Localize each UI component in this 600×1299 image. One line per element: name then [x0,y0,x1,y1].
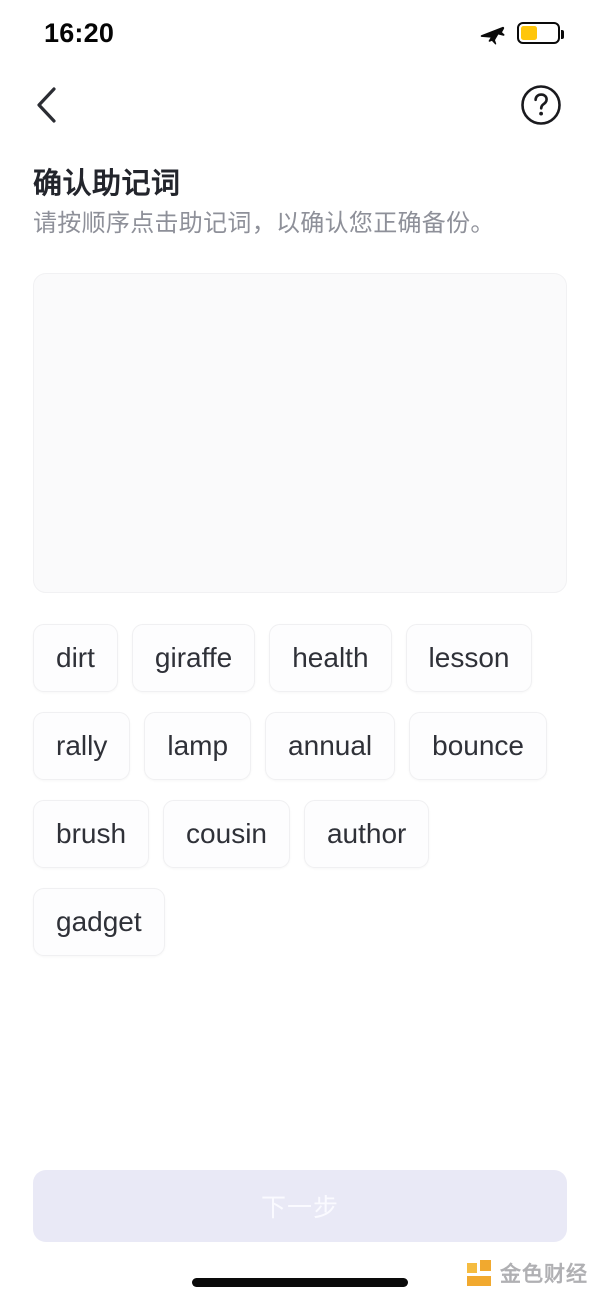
chevron-left-icon [37,87,56,123]
home-indicator [192,1278,408,1287]
back-button[interactable] [22,81,70,129]
jinse-logo-icon [467,1260,493,1286]
status-bar-time: 16:20 [44,17,115,48]
word-chip[interactable]: lamp [144,712,252,780]
watermark: 金色财经 [467,1258,588,1288]
phone-screen: 16:20 确认助记词 请按顺序点击助记词，以确认您正确备份。 dirt gir… [0,0,600,1299]
page-title: 确认助记词 [33,168,181,200]
battery-icon [517,22,564,44]
word-chip[interactable]: rally [33,712,131,780]
word-chip[interactable]: author [303,800,430,868]
word-chip[interactable]: lesson [405,624,533,692]
status-bar-indicators [479,21,564,45]
word-chip[interactable]: bounce [409,712,548,780]
nav-bar [0,72,600,138]
status-bar: 16:20 [0,0,600,66]
word-chip[interactable]: gadget [33,888,165,956]
battery-fill [521,26,537,40]
word-chip[interactable]: annual [265,712,396,780]
question-circle-icon [521,85,561,125]
help-button[interactable] [517,81,565,129]
word-chip[interactable]: dirt [33,624,118,692]
word-chip[interactable]: giraffe [131,624,256,692]
airplane-mode-icon [480,26,505,45]
word-chip[interactable]: health [269,624,392,692]
word-chip[interactable]: cousin [163,800,290,868]
selected-words-dropzone[interactable] [33,273,567,593]
word-bank: dirt giraffe health lesson rally lamp annual bo… [33,624,573,956]
watermark-text: 金色财经 [500,1263,588,1286]
next-button[interactable]: 下一步 [33,1170,567,1242]
word-chip[interactable]: brush [33,800,150,868]
page-subtitle: 请按顺序点击助记词，以确认您正确备份。 [33,210,495,237]
